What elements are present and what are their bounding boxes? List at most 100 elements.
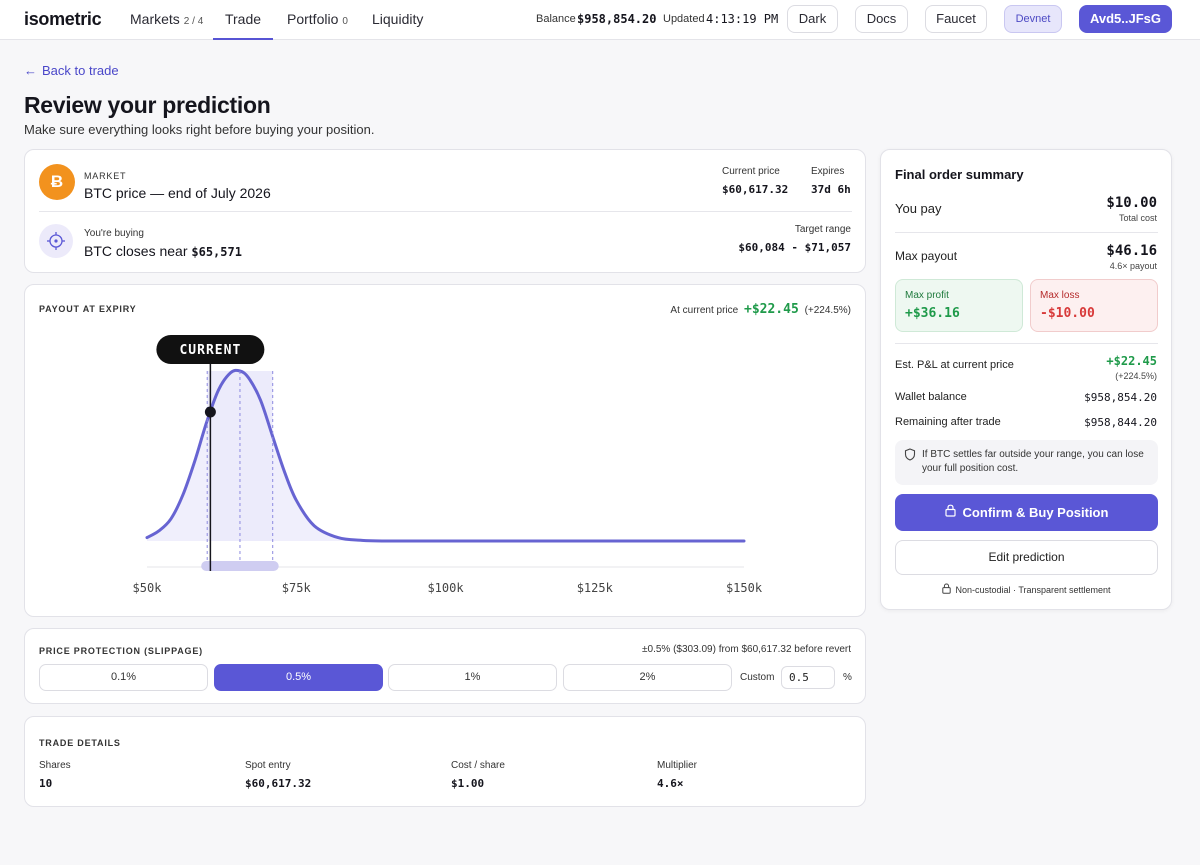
max-profit-box: Max profit +$36.16 <box>895 279 1023 332</box>
max-payout-value: $46.16 <box>1106 243 1157 259</box>
shares-value: 10 <box>39 777 53 790</box>
market-card: Ƀ MARKET BTC price — end of July 2026 Cu… <box>24 149 866 273</box>
trade-details-card: TRADE DETAILS Shares 10 Spot entry $60,6… <box>24 716 866 807</box>
back-label: Back to trade <box>42 63 119 78</box>
expires-label: Expires <box>811 166 845 177</box>
range-slider-track <box>201 561 279 571</box>
bitcoin-icon: Ƀ <box>39 164 75 200</box>
expires-value: 37d 6h <box>811 183 851 196</box>
wallet-balance-value: $958,854.20 <box>1084 391 1157 404</box>
x-tick-label: $50k <box>133 581 163 595</box>
lock-icon <box>942 583 952 596</box>
remaining-label: Remaining after trade <box>895 416 1001 428</box>
cost-per-share-label: Cost / share <box>451 760 505 771</box>
tab-markets[interactable]: Markets 2 / 4 <box>130 0 203 40</box>
app-logo[interactable]: isometric <box>24 9 102 30</box>
summary-title: Final order summary <box>895 167 1024 182</box>
slippage-option-0-5[interactable]: 0.5% <box>214 664 383 691</box>
market-name: BTC price — end of July 2026 <box>84 185 271 201</box>
target-range-label: Target range <box>794 224 851 235</box>
shield-icon <box>904 448 916 466</box>
balance-label: Balance <box>536 13 576 25</box>
loss-warning: If BTC settles far outside your range, y… <box>895 440 1158 485</box>
current-marker-label: CURRENT <box>179 343 241 358</box>
custody-note: Non-custodial · Transparent settlement <box>881 583 1172 596</box>
tab-markets-count: 2 / 4 <box>183 16 204 27</box>
docs-button[interactable]: Docs <box>855 5 908 33</box>
tab-trade-label: Trade <box>224 11 262 27</box>
divider <box>895 343 1158 344</box>
total-cost-label: Total cost <box>1118 213 1157 223</box>
payout-multiplier-note: 4.6× payout <box>1109 261 1157 271</box>
max-loss-label: Max loss <box>1040 290 1080 301</box>
confirm-buy-button[interactable]: Confirm & Buy Position <box>895 494 1158 531</box>
slippage-title: PRICE PROTECTION (SLIPPAGE) <box>39 646 203 656</box>
you-pay-value: $10.00 <box>1106 195 1157 211</box>
buying-value: $65,571 <box>191 245 242 259</box>
buying-label: You're buying <box>84 228 144 239</box>
dark-mode-button[interactable]: Dark <box>787 5 838 33</box>
edit-prediction-button[interactable]: Edit prediction <box>895 540 1158 575</box>
faucet-button[interactable]: Faucet <box>925 5 987 33</box>
tab-portfolio-label: Portfolio <box>287 11 339 27</box>
arrow-left-icon: ← <box>24 63 37 78</box>
max-loss-value: -$10.00 <box>1040 306 1095 321</box>
network-badge[interactable]: Devnet <box>1004 5 1062 33</box>
lock-icon <box>944 494 956 531</box>
back-to-trade-link[interactable]: ← Back to trade <box>24 63 119 78</box>
x-tick-label: $75k <box>282 581 312 595</box>
top-nav: isometric Markets 2 / 4 Trade Portfolio 0 … <box>0 0 1200 40</box>
x-tick-label: $150k <box>726 581 763 595</box>
confirm-label: Confirm & Buy Position <box>962 505 1109 520</box>
wallet-button[interactable]: Avd5..JFsG <box>1079 5 1172 33</box>
spot-entry-value: $60,617.32 <box>245 777 312 790</box>
slippage-option-1[interactable]: 1% <box>388 664 557 691</box>
max-payout-label: Max payout <box>895 249 958 263</box>
custom-slippage-input[interactable] <box>781 666 835 689</box>
slippage-option-2[interactable]: 2% <box>563 664 732 691</box>
max-profit-value: +$36.16 <box>905 306 960 321</box>
market-caption: MARKET <box>84 171 127 181</box>
you-pay-label: You pay <box>895 201 942 216</box>
est-pnl-value: +$22.45 <box>1106 354 1157 368</box>
current-price-label: Current price <box>722 166 780 177</box>
max-loss-box: Max loss -$10.00 <box>1030 279 1158 332</box>
slippage-card: PRICE PROTECTION (SLIPPAGE) ±0.5% ($303.… <box>24 628 866 704</box>
order-summary-card: Final order summary You pay $10.00 Total… <box>880 149 1172 610</box>
page-subtitle: Make sure everything looks right before … <box>24 122 375 137</box>
payout-area <box>147 371 744 541</box>
payout-chart[interactable]: CURRENT $50k $75k $100k $125k $150k <box>25 285 867 618</box>
shares-label: Shares <box>39 760 71 771</box>
multiplier-label: Multiplier <box>657 760 698 771</box>
est-pnl-label: Est. P&L at current price <box>895 359 1014 371</box>
tab-liquidity-label: Liquidity <box>372 11 424 27</box>
page-title: Review your prediction <box>24 92 271 118</box>
custom-label: Custom <box>740 672 775 683</box>
remaining-value: $958,844.20 <box>1084 416 1157 429</box>
tab-markets-label: Markets <box>130 11 180 27</box>
tab-portfolio[interactable]: Portfolio 0 <box>287 0 348 40</box>
buying-text: BTC closes near <box>84 243 188 259</box>
target-icon <box>39 224 73 258</box>
updated-label: Updated <box>663 13 705 25</box>
max-profit-label: Max profit <box>905 290 949 301</box>
trade-details-title: TRADE DETAILS <box>39 738 121 748</box>
x-tick-label: $125k <box>577 581 614 595</box>
target-range-value: $60,084 - $71,057 <box>738 241 851 254</box>
percent-sign: % <box>843 672 852 683</box>
payout-chart-card: PAYOUT AT EXPIRY At current price +$22.4… <box>24 284 866 617</box>
est-pnl-pct: (+224.5%) <box>1115 371 1157 381</box>
updated-time: 4:13:19 PM <box>706 12 779 26</box>
x-tick-label: $100k <box>427 581 464 595</box>
tab-portfolio-count: 0 <box>342 16 348 27</box>
tab-trade[interactable]: Trade <box>213 0 273 40</box>
buying-statement: BTC closes near $65,571 <box>84 243 242 259</box>
cost-per-share-value: $1.00 <box>451 777 485 790</box>
custody-note-text: Non-custodial · Transparent settlement <box>955 585 1111 595</box>
balance-value: $958,854.20 <box>577 12 657 26</box>
slippage-option-0-1[interactable]: 0.1% <box>39 664 208 691</box>
current-price-dot <box>204 406 216 418</box>
slippage-note: ±0.5% ($303.09) from $60,617.32 before r… <box>642 644 851 655</box>
tab-liquidity[interactable]: Liquidity <box>372 0 423 40</box>
divider <box>39 211 852 212</box>
